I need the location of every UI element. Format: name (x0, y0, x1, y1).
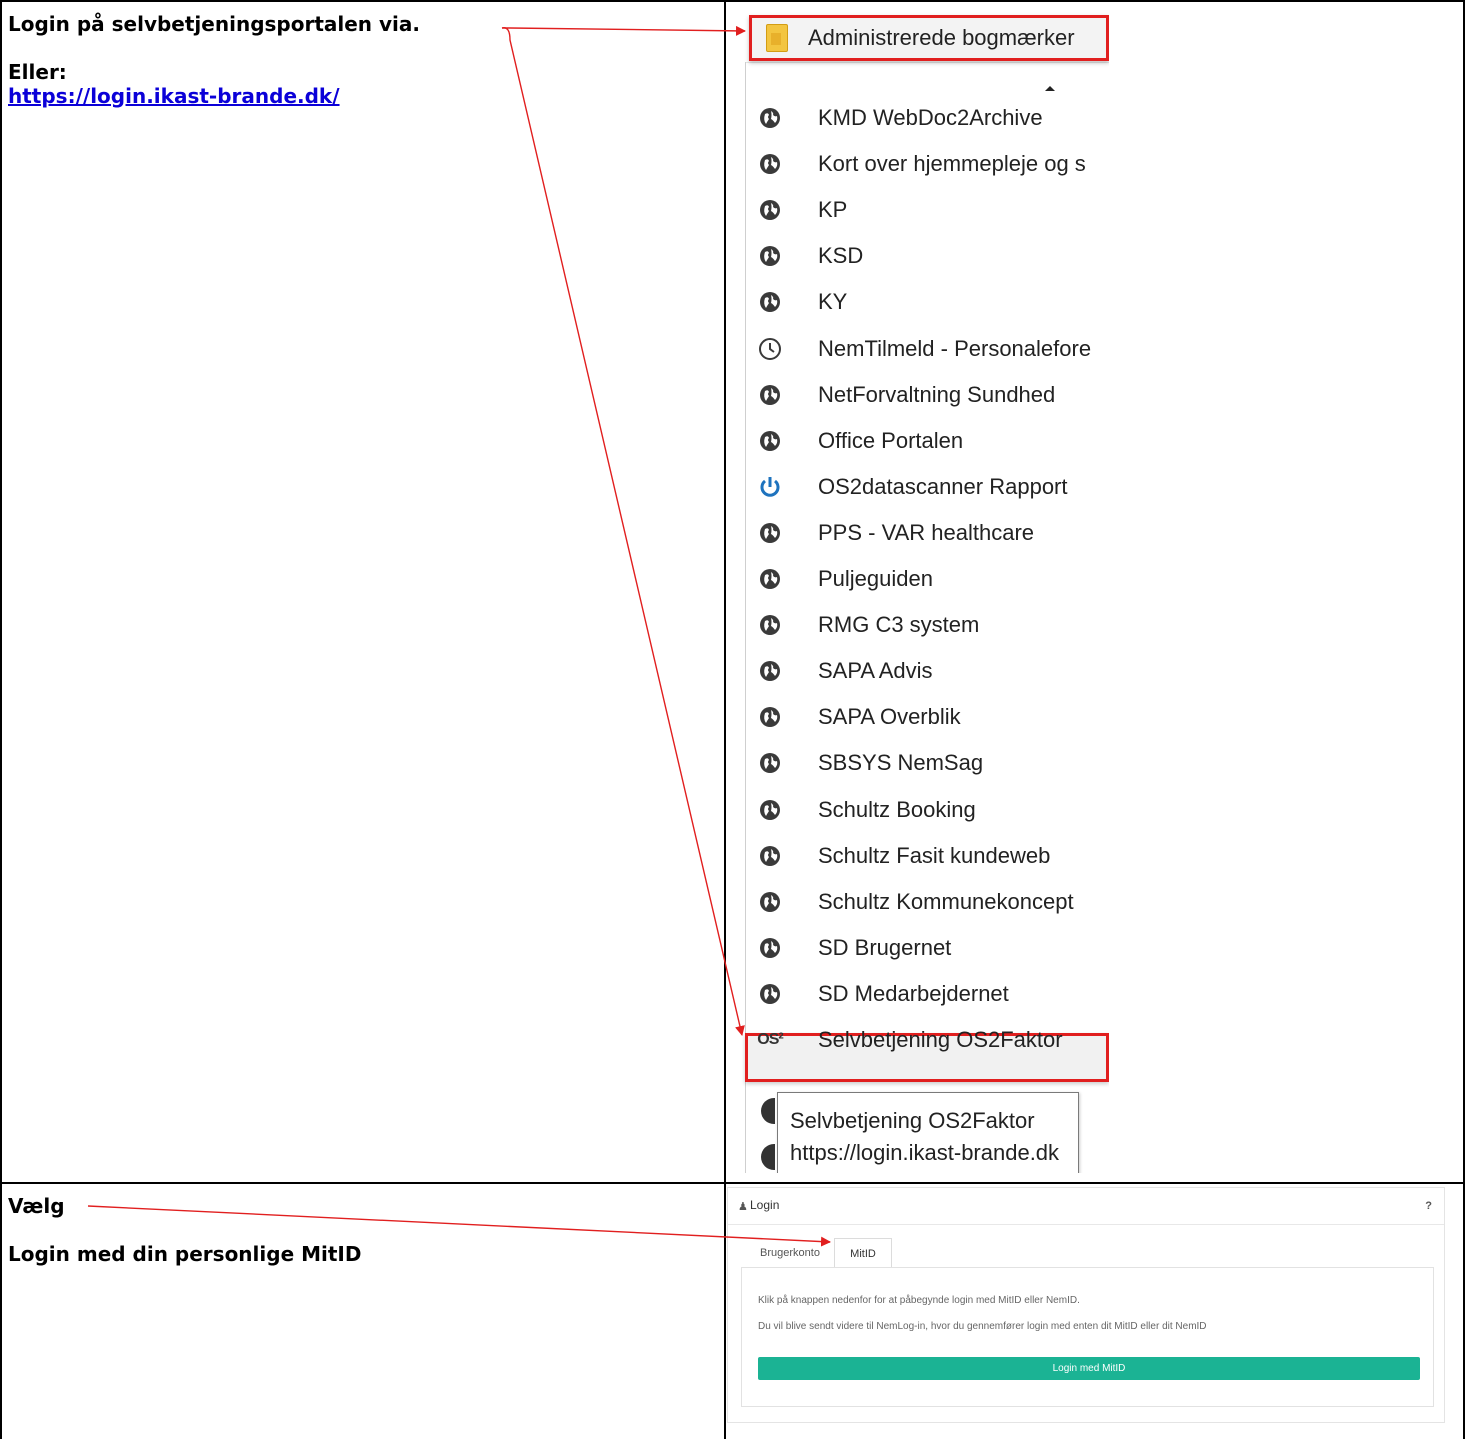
arrow-to-mitid-tab (87, 1205, 831, 1247)
arrow-to-folder (502, 25, 746, 36)
arrow-to-os2faktor (501, 27, 745, 1036)
annotation-arrows (87, 25, 831, 1247)
